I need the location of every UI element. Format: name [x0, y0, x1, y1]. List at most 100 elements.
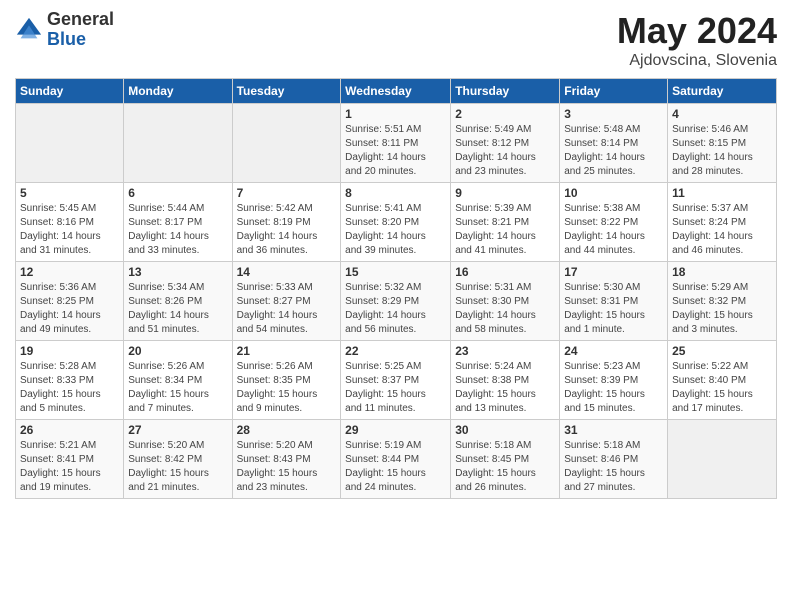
calendar-day-cell: 14Sunrise: 5:33 AM Sunset: 8:27 PM Dayli…	[232, 262, 341, 341]
day-info: Sunrise: 5:37 AM Sunset: 8:24 PM Dayligh…	[672, 202, 772, 258]
calendar-day-cell: 18 Sunrise: 5:29 AM Sunset: 8:32 PM Dayli…	[668, 262, 777, 341]
calendar-day-cell: 5 Sunrise: 5:45 AM Sunset: 8:16 PM Daylig…	[16, 183, 124, 262]
day-number: 1	[345, 107, 446, 121]
calendar-day-cell	[16, 104, 124, 183]
calendar-day-cell: 3 Sunrise: 5:48 AM Sunset: 8:14 PM Daylig…	[560, 104, 668, 183]
day-of-week-header: Tuesday	[232, 79, 341, 104]
day-info: Sunrise: 5:42 AM Sunset: 8:19 PM Dayligh…	[237, 202, 337, 258]
calendar-day-cell: 20Sunrise: 5:26 AM Sunset: 8:34 PM Dayli…	[124, 341, 232, 420]
day-info: Sunrise: 5:49 AM Sunset: 8:12 PM Dayligh…	[455, 123, 555, 179]
calendar-day-cell: 24 Sunrise: 5:23 AM Sunset: 8:39 PM Dayli…	[560, 341, 668, 420]
day-info: Sunrise: 5:38 AM Sunset: 8:22 PM Dayligh…	[564, 202, 663, 258]
day-info: Sunrise: 5:30 AM Sunset: 8:31 PM Dayligh…	[564, 281, 663, 337]
day-info: Sunrise: 5:46 AM Sunset: 8:15 PM Dayligh…	[672, 123, 772, 179]
day-number: 6	[128, 186, 227, 200]
calendar-day-cell: 22Sunrise: 5:25 AM Sunset: 8:37 PM Dayli…	[341, 341, 451, 420]
calendar-day-cell	[232, 104, 341, 183]
day-number: 24	[564, 344, 663, 358]
day-info: Sunrise: 5:19 AM Sunset: 8:44 PM Dayligh…	[345, 439, 446, 495]
calendar-week-row: 26Sunrise: 5:21 AM Sunset: 8:41 PM Dayli…	[16, 420, 777, 499]
day-info: Sunrise: 5:48 AM Sunset: 8:14 PM Dayligh…	[564, 123, 663, 179]
day-of-week-header: Monday	[124, 79, 232, 104]
calendar-day-cell: 26Sunrise: 5:21 AM Sunset: 8:41 PM Dayli…	[16, 420, 124, 499]
day-info: Sunrise: 5:20 AM Sunset: 8:43 PM Dayligh…	[237, 439, 337, 495]
day-number: 3	[564, 107, 663, 121]
day-number: 12	[20, 265, 119, 279]
title-month: May 2024	[617, 10, 777, 52]
calendar-day-cell	[124, 104, 232, 183]
calendar-day-cell: 2Sunrise: 5:49 AM Sunset: 8:12 PM Daylig…	[451, 104, 560, 183]
title-location: Ajdovscina, Slovenia	[617, 52, 777, 70]
calendar-day-cell: 16 Sunrise: 5:31 AM Sunset: 8:30 PM Dayli…	[451, 262, 560, 341]
day-number: 19	[20, 344, 119, 358]
day-info: Sunrise: 5:24 AM Sunset: 8:38 PM Dayligh…	[455, 360, 555, 416]
day-info: Sunrise: 5:51 AM Sunset: 8:11 PM Dayligh…	[345, 123, 446, 179]
calendar-day-cell: 4Sunrise: 5:46 AM Sunset: 8:15 PM Daylig…	[668, 104, 777, 183]
day-info: Sunrise: 5:29 AM Sunset: 8:32 PM Dayligh…	[672, 281, 772, 337]
day-info: Sunrise: 5:34 AM Sunset: 8:26 PM Dayligh…	[128, 281, 227, 337]
day-info: Sunrise: 5:26 AM Sunset: 8:35 PM Dayligh…	[237, 360, 337, 416]
day-number: 10	[564, 186, 663, 200]
logo-text: General Blue	[47, 10, 114, 50]
calendar-header-row: SundayMondayTuesdayWednesdayThursdayFrid…	[16, 79, 777, 104]
day-info: Sunrise: 5:20 AM Sunset: 8:42 PM Dayligh…	[128, 439, 227, 495]
calendar-table: SundayMondayTuesdayWednesdayThursdayFrid…	[15, 78, 777, 499]
day-number: 28	[237, 423, 337, 437]
calendar-week-row: 19 Sunrise: 5:28 AM Sunset: 8:33 PM Dayli…	[16, 341, 777, 420]
day-number: 17	[564, 265, 663, 279]
day-number: 8	[345, 186, 446, 200]
title-block: May 2024 Ajdovscina, Slovenia	[617, 10, 777, 70]
header: General Blue May 2024 Ajdovscina, Sloven…	[15, 10, 777, 70]
day-info: Sunrise: 5:31 AM Sunset: 8:30 PM Dayligh…	[455, 281, 555, 337]
day-number: 27	[128, 423, 227, 437]
calendar-day-cell: 1 Sunrise: 5:51 AM Sunset: 8:11 PM Daylig…	[341, 104, 451, 183]
day-number: 22	[345, 344, 446, 358]
day-number: 16	[455, 265, 555, 279]
calendar-day-cell: 23 Sunrise: 5:24 AM Sunset: 8:38 PM Dayli…	[451, 341, 560, 420]
day-number: 9	[455, 186, 555, 200]
calendar-day-cell: 21Sunrise: 5:26 AM Sunset: 8:35 PM Dayli…	[232, 341, 341, 420]
day-of-week-header: Wednesday	[341, 79, 451, 104]
calendar-day-cell	[668, 420, 777, 499]
calendar-day-cell: 7 Sunrise: 5:42 AM Sunset: 8:19 PM Daylig…	[232, 183, 341, 262]
day-number: 7	[237, 186, 337, 200]
day-info: Sunrise: 5:41 AM Sunset: 8:20 PM Dayligh…	[345, 202, 446, 258]
calendar-week-row: 12 Sunrise: 5:36 AM Sunset: 8:25 PM Dayli…	[16, 262, 777, 341]
day-info: Sunrise: 5:45 AM Sunset: 8:16 PM Dayligh…	[20, 202, 119, 258]
day-number: 15	[345, 265, 446, 279]
calendar-day-cell: 15 Sunrise: 5:32 AM Sunset: 8:29 PM Dayli…	[341, 262, 451, 341]
day-info: Sunrise: 5:28 AM Sunset: 8:33 PM Dayligh…	[20, 360, 119, 416]
calendar-day-cell: 11 Sunrise: 5:37 AM Sunset: 8:24 PM Dayli…	[668, 183, 777, 262]
day-of-week-header: Thursday	[451, 79, 560, 104]
day-number: 13	[128, 265, 227, 279]
calendar-week-row: 5 Sunrise: 5:45 AM Sunset: 8:16 PM Daylig…	[16, 183, 777, 262]
day-info: Sunrise: 5:32 AM Sunset: 8:29 PM Dayligh…	[345, 281, 446, 337]
logo-blue-label: Blue	[47, 30, 114, 50]
day-info: Sunrise: 5:39 AM Sunset: 8:21 PM Dayligh…	[455, 202, 555, 258]
day-info: Sunrise: 5:18 AM Sunset: 8:45 PM Dayligh…	[455, 439, 555, 495]
calendar-day-cell: 31Sunrise: 5:18 AM Sunset: 8:46 PM Dayli…	[560, 420, 668, 499]
day-number: 31	[564, 423, 663, 437]
day-info: Sunrise: 5:44 AM Sunset: 8:17 PM Dayligh…	[128, 202, 227, 258]
day-number: 18	[672, 265, 772, 279]
calendar-day-cell: 10 Sunrise: 5:38 AM Sunset: 8:22 PM Dayli…	[560, 183, 668, 262]
day-number: 11	[672, 186, 772, 200]
day-number: 5	[20, 186, 119, 200]
day-info: Sunrise: 5:23 AM Sunset: 8:39 PM Dayligh…	[564, 360, 663, 416]
calendar-day-cell: 12 Sunrise: 5:36 AM Sunset: 8:25 PM Dayli…	[16, 262, 124, 341]
day-info: Sunrise: 5:22 AM Sunset: 8:40 PM Dayligh…	[672, 360, 772, 416]
calendar-week-row: 1 Sunrise: 5:51 AM Sunset: 8:11 PM Daylig…	[16, 104, 777, 183]
day-info: Sunrise: 5:26 AM Sunset: 8:34 PM Dayligh…	[128, 360, 227, 416]
day-number: 26	[20, 423, 119, 437]
calendar-day-cell: 30 Sunrise: 5:18 AM Sunset: 8:45 PM Dayli…	[451, 420, 560, 499]
calendar-day-cell: 13 Sunrise: 5:34 AM Sunset: 8:26 PM Dayli…	[124, 262, 232, 341]
day-number: 30	[455, 423, 555, 437]
day-info: Sunrise: 5:36 AM Sunset: 8:25 PM Dayligh…	[20, 281, 119, 337]
logo-icon	[15, 16, 43, 44]
day-number: 29	[345, 423, 446, 437]
day-info: Sunrise: 5:33 AM Sunset: 8:27 PM Dayligh…	[237, 281, 337, 337]
day-of-week-header: Friday	[560, 79, 668, 104]
logo-general-label: General	[47, 10, 114, 30]
day-number: 23	[455, 344, 555, 358]
calendar-day-cell: 9 Sunrise: 5:39 AM Sunset: 8:21 PM Daylig…	[451, 183, 560, 262]
